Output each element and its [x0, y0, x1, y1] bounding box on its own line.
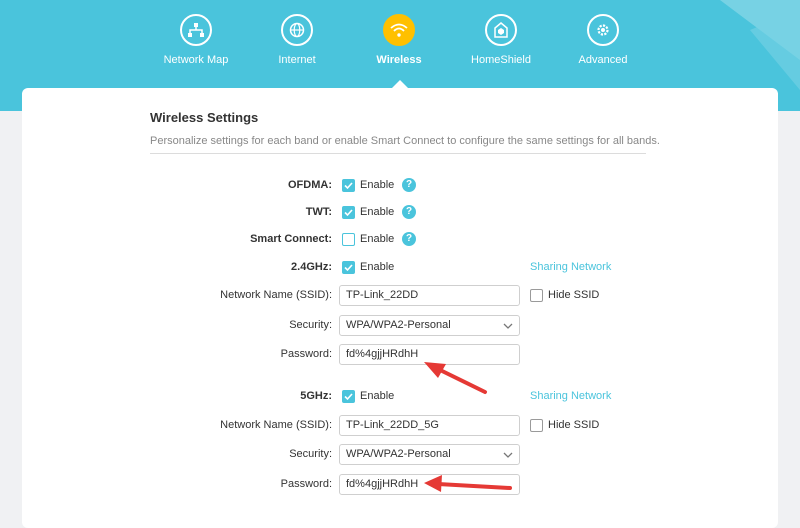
password-24ghz-input[interactable]: fd%4gjjHRdhH [339, 344, 520, 365]
active-tab-pointer [392, 80, 408, 88]
band-24ghz-row: 2.4GHz: Enable Sharing Network [22, 257, 778, 279]
band-24ghz-enable-text: Enable [360, 261, 395, 273]
security-5ghz-label: Security: [289, 448, 332, 460]
band-5ghz-label: 5GHz: [300, 390, 332, 402]
ssid-24ghz-row: Network Name (SSID): TP-Link_22DD Hide S… [22, 285, 778, 307]
divider [150, 153, 646, 154]
help-icon[interactable]: ? [402, 178, 416, 192]
security-24ghz-select[interactable]: WPA/WPA2-Personal [339, 315, 520, 336]
twt-label: TWT: [305, 206, 332, 218]
security-24ghz-label: Security: [289, 319, 332, 331]
band-24ghz-checkbox[interactable] [342, 261, 355, 274]
security-24ghz-value: WPA/WPA2-Personal [346, 319, 451, 331]
home-shield-icon [485, 14, 517, 46]
password-24ghz-label: Password: [280, 348, 332, 360]
ssid-5ghz-label: Network Name (SSID): [220, 419, 332, 431]
ssid-24ghz-label: Network Name (SSID): [220, 289, 332, 301]
ofdma-label: OFDMA: [288, 179, 332, 191]
twt-row: TWT: Enable ? [22, 202, 778, 224]
hide-ssid-5ghz-text: Hide SSID [548, 419, 600, 431]
nav-network-map[interactable]: Network Map [141, 14, 251, 72]
hide-ssid-24ghz-checkbox[interactable] [530, 289, 543, 302]
hide-ssid-5ghz-checkbox[interactable] [530, 419, 543, 432]
password-5ghz-row: Password: fd%4gjjHRdhH [22, 474, 778, 496]
ofdma-enable-text: Enable [360, 179, 395, 191]
password-24ghz-row: Password: fd%4gjjHRdhH [22, 344, 778, 366]
help-icon[interactable]: ? [402, 205, 416, 219]
help-icon[interactable]: ? [402, 232, 416, 246]
hide-ssid-24ghz-text: Hide SSID [548, 289, 600, 301]
band-5ghz-checkbox[interactable] [342, 390, 355, 403]
nav-label: Network Map [163, 54, 229, 66]
nav-homeshield[interactable]: HomeShield [446, 14, 556, 72]
security-24ghz-row: Security: WPA/WPA2-Personal [22, 315, 778, 337]
nav-label: Internet [278, 54, 316, 66]
sharing-network-link-24ghz[interactable]: Sharing Network [530, 261, 611, 273]
security-5ghz-select[interactable]: WPA/WPA2-Personal [339, 444, 520, 465]
security-5ghz-row: Security: WPA/WPA2-Personal [22, 444, 778, 466]
band-5ghz-enable-text: Enable [360, 390, 395, 402]
ssid-5ghz-input[interactable]: TP-Link_22DD_5G [339, 415, 520, 436]
section-title: Wireless Settings [150, 110, 259, 125]
wireless-settings-panel: Wireless Settings Personalize settings f… [22, 88, 778, 528]
password-5ghz-input[interactable]: fd%4gjjHRdhH [339, 474, 520, 495]
nav-label: Wireless [376, 54, 422, 66]
twt-enable-text: Enable [360, 206, 395, 218]
ssid-5ghz-row: Network Name (SSID): TP-Link_22DD_5G Hid… [22, 415, 778, 437]
globe-icon [281, 14, 313, 46]
chevron-down-icon [503, 323, 513, 329]
band-5ghz-row: 5GHz: Enable Sharing Network [22, 386, 778, 408]
gear-icon [587, 14, 619, 46]
nav-label: HomeShield [471, 54, 531, 66]
smart-connect-label: Smart Connect: [250, 233, 332, 245]
smart-connect-row: Smart Connect: Enable ? [22, 229, 778, 251]
nav-wireless[interactable]: Wireless [344, 14, 454, 72]
ofdma-checkbox[interactable] [342, 179, 355, 192]
twt-checkbox[interactable] [342, 206, 355, 219]
wifi-icon [383, 14, 415, 46]
security-5ghz-value: WPA/WPA2-Personal [346, 448, 451, 460]
band-24ghz-label: 2.4GHz: [291, 261, 332, 273]
ofdma-row: OFDMA: Enable ? [22, 175, 778, 197]
network-map-icon [180, 14, 212, 46]
nav-advanced[interactable]: Advanced [548, 14, 658, 72]
nav-internet[interactable]: Internet [242, 14, 352, 72]
ssid-24ghz-input[interactable]: TP-Link_22DD [339, 285, 520, 306]
sharing-network-link-5ghz[interactable]: Sharing Network [530, 390, 611, 402]
section-description: Personalize settings for each band or en… [150, 135, 660, 147]
chevron-down-icon [503, 452, 513, 458]
nav-label: Advanced [578, 54, 628, 66]
password-5ghz-label: Password: [280, 478, 332, 490]
smart-connect-checkbox[interactable] [342, 233, 355, 246]
smart-connect-enable-text: Enable [360, 233, 395, 245]
